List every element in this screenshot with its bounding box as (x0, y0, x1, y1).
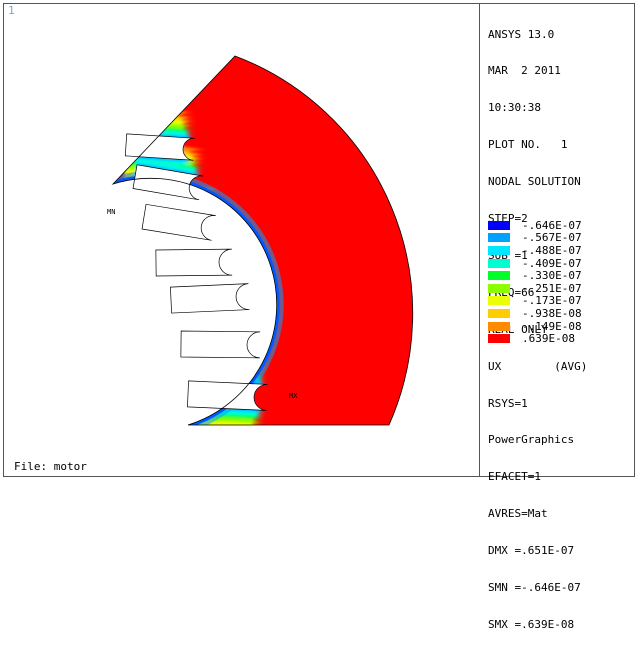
legend-swatch (488, 220, 510, 230)
file-label: File: motor (14, 460, 87, 473)
info-line: AVRES=Mat (488, 507, 548, 521)
info-line: SMN =-.646E-07 (488, 580, 581, 594)
info-line: PLOT NO. 1 (488, 138, 568, 152)
info-line: DMX =.651E-07 (488, 544, 575, 558)
legend-value: -.567E-07 (522, 231, 582, 245)
legend-value: -.149E-08 (522, 319, 582, 333)
info-line: SMX =.639E-08 (488, 617, 575, 631)
info-line: PowerGraphics (488, 433, 575, 447)
legend-value: .639E-08 (522, 332, 575, 346)
legend-swatch (488, 308, 510, 318)
legend-row: -.488E-07 (488, 244, 582, 257)
max-marker: MX (289, 392, 298, 400)
legend-row: -.646E-07 (488, 219, 582, 232)
graphics-viewport[interactable]: MN MX 1 File: motor ANSYS 13.0 MAR 2 201… (0, 0, 640, 631)
legend-row: -.149E-08 (488, 320, 582, 333)
legend-value: -.646E-07 (522, 218, 582, 232)
legend-row: -.409E-07 (488, 257, 582, 270)
legend-row: -.938E-08 (488, 307, 582, 320)
panel-divider (479, 3, 480, 477)
info-line: RSYS=1 (488, 396, 528, 410)
legend-value: -.173E-07 (522, 294, 582, 308)
stator-slot (155, 248, 233, 277)
legend-value: -.251E-07 (522, 281, 582, 295)
legend-row: -.251E-07 (488, 282, 582, 295)
stator-slot (180, 330, 261, 359)
legend-swatch (488, 321, 510, 331)
legend-row: .639E-08 (488, 332, 582, 345)
legend-row: -.173E-07 (488, 294, 582, 308)
info-line: ANSYS 13.0 (488, 27, 555, 41)
legend-swatch (488, 271, 510, 281)
stator-slot (170, 283, 250, 314)
legend-value: -.488E-07 (522, 243, 582, 257)
stator-contour-plot[interactable]: MN MX (0, 0, 480, 481)
window-number: 1 (8, 4, 15, 17)
info-line: UX (AVG) (488, 359, 588, 373)
info-line: EFACET=1 (488, 470, 541, 484)
legend-row: -.330E-07 (488, 269, 582, 282)
legend-swatch (488, 296, 510, 306)
legend-value: -.938E-08 (522, 306, 582, 320)
min-marker: MN (107, 208, 115, 216)
stator-slot (141, 203, 216, 241)
legend-value: -.409E-07 (522, 256, 582, 270)
legend-swatch (488, 245, 510, 255)
info-line: NODAL SOLUTION (488, 175, 581, 189)
legend-swatch (488, 334, 510, 344)
contour-legend: -.646E-07 -.567E-07 -.488E-07 -.409E-07 … (488, 219, 582, 345)
legend-swatch (488, 283, 510, 293)
legend-swatch (488, 258, 510, 268)
legend-row: -.567E-07 (488, 231, 582, 245)
legend-value: -.330E-07 (522, 269, 582, 283)
legend-swatch (488, 233, 510, 243)
info-line: MAR 2 2011 (488, 64, 561, 78)
info-line: 10:30:38 (488, 101, 541, 115)
